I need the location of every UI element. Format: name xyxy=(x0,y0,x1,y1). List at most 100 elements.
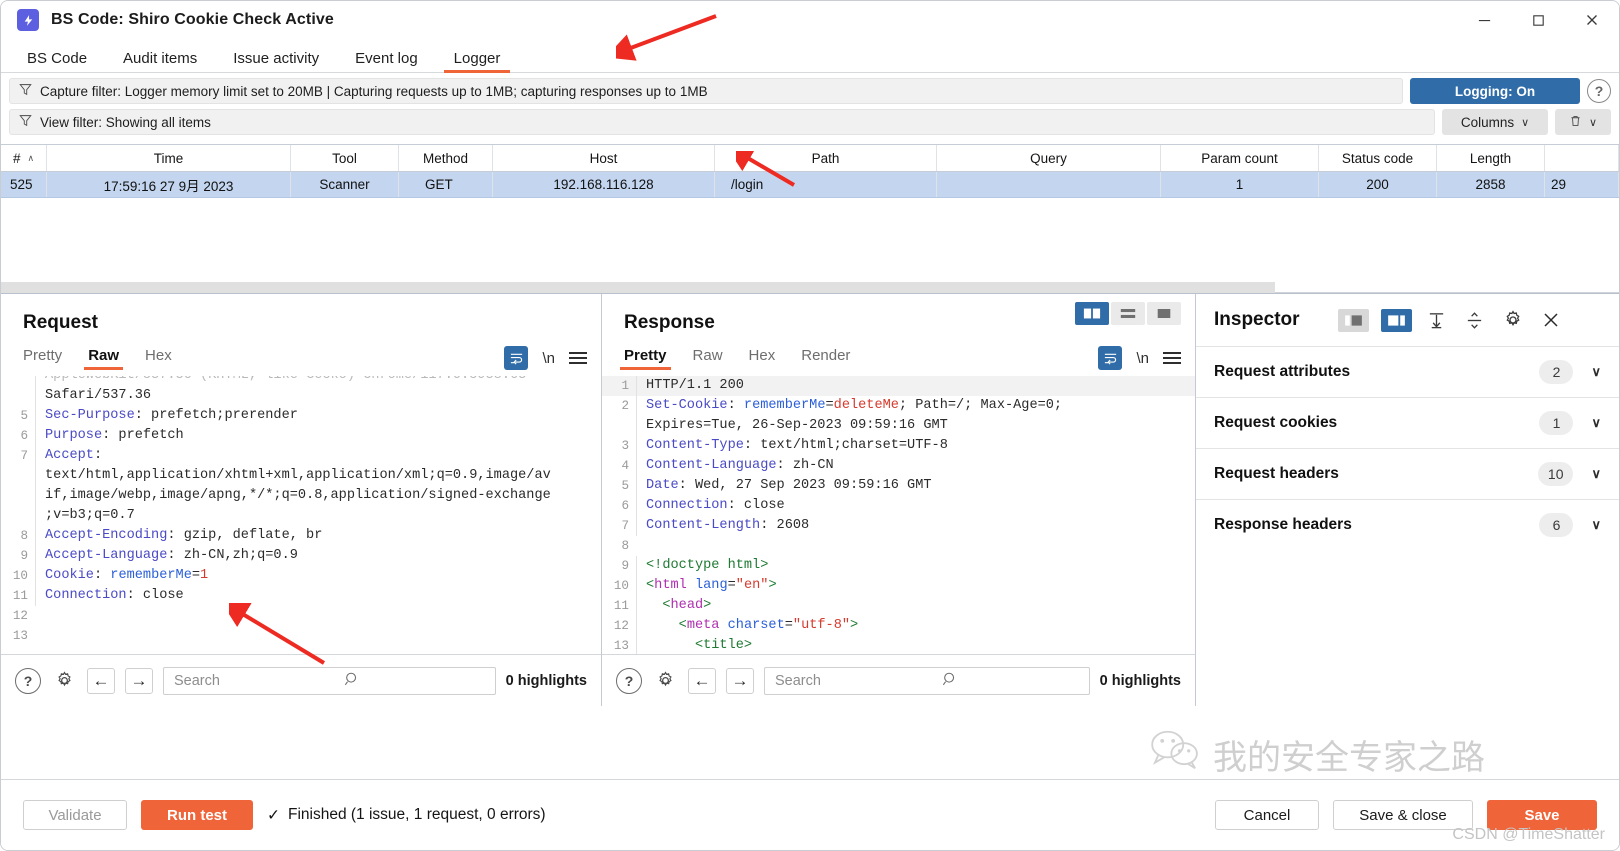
request-search-bar: ? ← → Search 0 highlights xyxy=(1,654,601,706)
search-placeholder: Search xyxy=(775,672,821,689)
column-header-method[interactable]: Method xyxy=(399,145,493,171)
column-header-status-code[interactable]: Status code xyxy=(1319,145,1437,171)
response-tab-pretty[interactable]: Pretty xyxy=(620,348,671,370)
collapse-all-icon[interactable] xyxy=(1424,307,1450,333)
capture-filter-text: Capture filter: Logger memory limit set … xyxy=(40,83,708,99)
run-test-button[interactable]: Run test xyxy=(141,800,253,830)
hamburger-icon[interactable] xyxy=(1163,352,1181,364)
table-row[interactable]: 525 17:59:16 27 9月 2023 Scanner GET 192.… xyxy=(1,172,1619,198)
column-header-path[interactable]: Path xyxy=(715,145,937,171)
word-wrap-icon[interactable] xyxy=(1098,346,1123,370)
code-text: Cookie: rememberMe=1 xyxy=(35,566,601,586)
hamburger-icon[interactable] xyxy=(569,352,587,364)
validate-button[interactable]: Validate xyxy=(23,800,127,830)
scrollbar-thumb[interactable] xyxy=(1,282,1275,293)
section-count-badge: 1 xyxy=(1539,411,1574,435)
close-button[interactable] xyxy=(1565,1,1619,39)
stacked-view-button[interactable] xyxy=(1111,302,1145,325)
response-tab-hex[interactable]: Hex xyxy=(749,348,776,370)
view-filter-bar[interactable]: View filter: Showing all items xyxy=(9,109,1435,135)
line-number: 7 xyxy=(621,519,629,533)
save-button[interactable]: Save xyxy=(1487,800,1597,830)
single-view-button[interactable] xyxy=(1147,302,1181,325)
column-header-tool[interactable]: Tool xyxy=(291,145,399,171)
chevron-down-icon[interactable]: ∨ xyxy=(1591,517,1601,533)
request-pane: Request Pretty Raw Hex \n AppleWebKit/53… xyxy=(1,294,602,706)
response-pane-tools: \n xyxy=(1098,346,1181,370)
help-icon[interactable]: ? xyxy=(1587,79,1611,103)
magnifier-icon[interactable] xyxy=(344,671,484,691)
inspector-section-response-headers[interactable]: Response headers 6 ∨ xyxy=(1196,499,1619,550)
inspector-tools xyxy=(1337,307,1564,333)
tab-event-log[interactable]: Event log xyxy=(337,51,436,72)
cancel-button[interactable]: Cancel xyxy=(1215,800,1319,830)
code-text: Content-Language: zh-CN xyxy=(636,456,1195,476)
inspector-left-layout-button[interactable] xyxy=(1337,308,1369,332)
main-tab-bar: BS Code Audit items Issue activity Event… xyxy=(1,39,1619,73)
section-label: Request attributes xyxy=(1214,363,1351,380)
chevron-down-icon[interactable]: ∨ xyxy=(1591,415,1601,431)
column-header-query[interactable]: Query xyxy=(937,145,1161,171)
inspector-section-request-attributes[interactable]: Request attributes 2 ∨ xyxy=(1196,346,1619,397)
code-text: if,image/webp,image/apng,*/*;q=0.8,appli… xyxy=(35,486,601,506)
help-icon[interactable]: ? xyxy=(616,667,642,694)
code-text: <head> xyxy=(636,596,1195,616)
response-code-line: 1 HTTP/1.1 200 xyxy=(602,376,1195,396)
maximize-button[interactable] xyxy=(1511,1,1565,39)
search-prev-button[interactable]: ← xyxy=(688,667,716,694)
help-icon[interactable]: ? xyxy=(15,667,41,694)
column-header-param-count[interactable]: Param count xyxy=(1161,145,1319,171)
column-header-extra[interactable] xyxy=(1545,145,1619,171)
filter-section: Capture filter: Logger memory limit set … xyxy=(1,73,1619,144)
column-header-length[interactable]: Length xyxy=(1437,145,1545,171)
code-text: <meta charset="utf-8"> xyxy=(636,616,1195,636)
logging-toggle-button[interactable]: Logging: On xyxy=(1410,78,1580,104)
tab-logger[interactable]: Logger xyxy=(436,51,519,73)
request-tab-pretty[interactable]: Pretty xyxy=(23,348,62,370)
save-and-close-button[interactable]: Save & close xyxy=(1333,800,1473,830)
close-icon[interactable] xyxy=(1538,307,1564,333)
magnifier-icon[interactable] xyxy=(942,671,1079,691)
request-code-line: 7 Accept: xyxy=(1,446,601,466)
response-tab-raw[interactable]: Raw xyxy=(693,348,723,370)
chevron-down-icon[interactable]: ∨ xyxy=(1591,364,1601,380)
response-editor[interactable]: 1 HTTP/1.1 200 2 Set-Cookie: rememberMe=del… xyxy=(602,376,1195,654)
chevron-down-icon[interactable]: ∨ xyxy=(1591,466,1601,482)
table-horizontal-scrollbar[interactable] xyxy=(1,282,1619,293)
gear-icon[interactable] xyxy=(1500,307,1526,333)
clear-log-button[interactable]: ∨ xyxy=(1555,109,1611,135)
gear-icon[interactable] xyxy=(51,668,77,694)
request-editor[interactable]: AppleWebKit/537.36 (KHTML, like Gecko) C… xyxy=(1,376,601,654)
column-header-host[interactable]: Host xyxy=(493,145,715,171)
expand-all-icon[interactable] xyxy=(1462,307,1488,333)
request-search-input[interactable]: Search xyxy=(163,666,496,695)
search-next-button[interactable]: → xyxy=(726,667,754,694)
request-tab-hex[interactable]: Hex xyxy=(145,348,172,370)
capture-filter-bar[interactable]: Capture filter: Logger memory limit set … xyxy=(9,78,1403,104)
request-code-line: 12 xyxy=(1,606,601,626)
tab-issue-activity[interactable]: Issue activity xyxy=(215,51,337,72)
column-header-time[interactable]: Time xyxy=(47,145,291,171)
word-wrap-icon[interactable] xyxy=(504,346,529,370)
columns-button[interactable]: Columns ∨ xyxy=(1442,109,1548,135)
response-highlight-count: 0 highlights xyxy=(1099,672,1181,689)
code-text: Safari/537.36 xyxy=(35,386,601,406)
gear-icon[interactable] xyxy=(652,668,678,694)
search-next-button[interactable]: → xyxy=(125,667,153,694)
tab-bs-code[interactable]: BS Code xyxy=(9,51,105,72)
inspector-section-request-cookies[interactable]: Request cookies 1 ∨ xyxy=(1196,397,1619,448)
search-prev-button[interactable]: ← xyxy=(87,667,115,694)
tab-audit-items[interactable]: Audit items xyxy=(105,51,215,72)
column-header-num[interactable]: # ∧ xyxy=(1,145,47,171)
show-newlines-icon[interactable]: \n xyxy=(1136,350,1149,367)
line-number: 11 xyxy=(12,589,28,603)
response-code-line: 3 Content-Type: text/html;charset=UTF-8 xyxy=(602,436,1195,456)
inspector-section-request-headers[interactable]: Request headers 10 ∨ xyxy=(1196,448,1619,499)
request-tab-raw[interactable]: Raw xyxy=(84,348,123,370)
show-newlines-icon[interactable]: \n xyxy=(542,350,555,367)
split-vertical-view-button[interactable] xyxy=(1075,302,1109,325)
response-search-input[interactable]: Search xyxy=(764,666,1090,695)
minimize-button[interactable] xyxy=(1457,1,1511,39)
inspector-right-layout-button[interactable] xyxy=(1380,308,1412,332)
response-tab-render[interactable]: Render xyxy=(801,348,850,370)
